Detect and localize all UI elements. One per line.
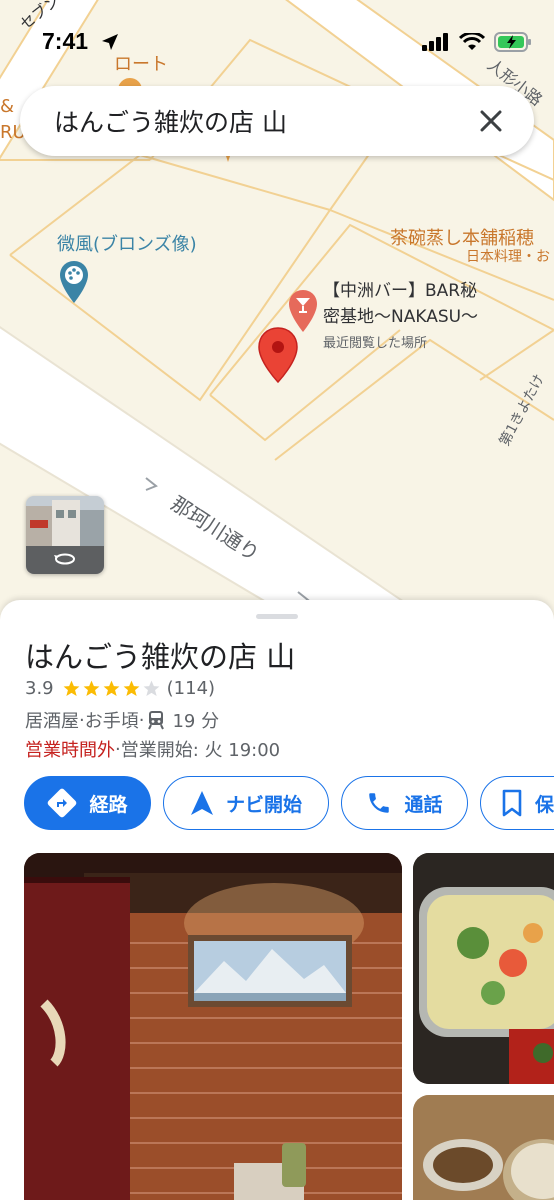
directions-icon — [48, 788, 77, 818]
cellular-signal-icon — [422, 33, 448, 51]
map-label-japanese-food: 日本料理・お — [466, 249, 550, 265]
map-label-bar-line2: 密基地〜NAKASU〜 — [323, 307, 479, 327]
rating-stars — [62, 679, 161, 698]
status-time: 7:41 — [42, 28, 89, 54]
place-photo-interior[interactable] — [24, 853, 402, 1200]
review-count: (114) — [166, 678, 216, 699]
star-empty-icon — [143, 680, 160, 697]
price-level: お手頃 — [84, 711, 139, 732]
map-label-sculpture: 微風(ブロンズ像) — [57, 234, 197, 255]
map-view[interactable]: セブンイレブ ロート & RU 人形小路 微風(ブロンズ像) 茶碗蒸し本舗稲穂 … — [0, 0, 554, 620]
start-navigation-button[interactable]: ナビ開始 — [163, 776, 329, 830]
category-row: 居酒屋 · お手頃 · 19 分 — [25, 707, 219, 733]
rating-value: 3.9 — [25, 678, 54, 699]
place-photo-food[interactable] — [413, 853, 554, 1084]
place-photo-table[interactable] — [413, 1095, 554, 1200]
map-label-recently-viewed: 最近閲覧した場所 — [323, 336, 428, 351]
sheet-drag-handle[interactable] — [256, 614, 298, 619]
food-photo-image — [413, 853, 554, 1084]
call-button[interactable]: 通話 — [341, 776, 468, 830]
search-query[interactable]: はんごう雑炊の店 山 — [54, 103, 466, 139]
selected-place-pin-icon[interactable] — [256, 326, 300, 384]
map-label-edge-and: & — [0, 96, 15, 117]
start-navigation-label: ナビ開始 — [225, 793, 302, 816]
star-filled-icon — [123, 680, 140, 697]
wifi-icon — [459, 33, 485, 50]
table-photo-image — [413, 1095, 554, 1200]
interior-photo-image — [24, 853, 402, 1200]
phone-icon — [369, 793, 390, 813]
separator: · — [138, 709, 145, 731]
directions-label: 経路 — [89, 793, 128, 816]
star-filled-icon — [83, 680, 100, 697]
sculpture-poi-icon[interactable] — [58, 259, 90, 305]
transit-train-icon — [148, 711, 165, 730]
clear-search-button[interactable] — [466, 96, 516, 146]
status-bar: 7:41 — [0, 0, 554, 80]
bookmark-icon — [502, 789, 522, 817]
transit-time: 19 分 — [172, 711, 220, 732]
location-arrow-icon — [102, 34, 118, 50]
place-sheet[interactable]: はんごう雑炊の店 山 3.9 (114) 居酒屋 · お手頃 · 19 分 営業… — [0, 600, 554, 1200]
battery-charging-icon — [494, 32, 531, 52]
close-icon — [480, 110, 502, 132]
rotate-360-icon — [54, 553, 75, 565]
status-icons — [422, 32, 532, 52]
action-chips: 経路 ナビ開始 通話 保 — [24, 776, 554, 830]
place-title: はんごう雑炊の店 山 — [25, 640, 296, 674]
rating-row[interactable]: 3.9 (114) — [25, 678, 215, 699]
hours-detail: 営業開始: 火 19:00 — [120, 740, 281, 761]
star-filled-icon — [63, 680, 80, 697]
call-label: 通話 — [404, 793, 443, 816]
save-button[interactable]: 保 — [480, 776, 554, 830]
hours-row[interactable]: 営業時間外 · 営業開始: 火 19:00 — [25, 736, 280, 762]
map-label-bar-line1: 【中洲バー】BAR秘 — [323, 281, 478, 301]
navigation-arrow-icon — [190, 791, 213, 815]
street-view-thumbnail[interactable] — [26, 496, 104, 574]
star-filled-icon — [103, 680, 120, 697]
hours-status: 営業時間外 — [25, 740, 115, 761]
place-category: 居酒屋 — [25, 711, 79, 732]
directions-button[interactable]: 経路 — [24, 776, 151, 830]
save-label: 保 — [535, 793, 554, 816]
search-bar[interactable]: はんごう雑炊の店 山 — [20, 86, 534, 156]
